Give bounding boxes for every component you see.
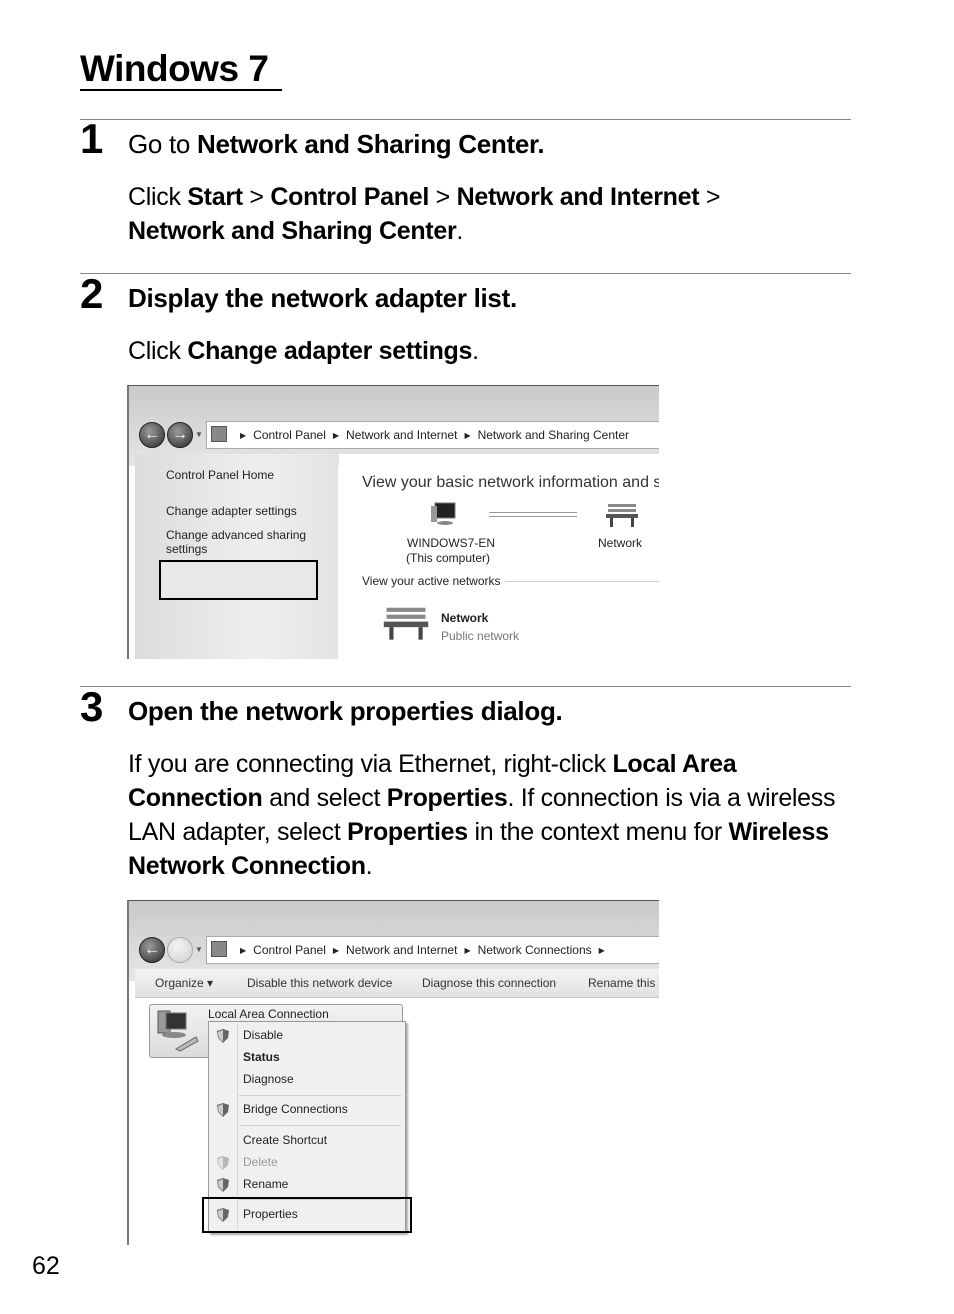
breadcrumb-item[interactable]: Network and Sharing Center (478, 428, 629, 442)
main-heading: View your basic network information and … (362, 474, 659, 491)
step-body: If you are connecting via Ethernet, righ… (128, 747, 848, 883)
active-networks-label: View your active networks (362, 574, 501, 588)
text: > (242, 183, 271, 211)
screenshot-network-connections: ← → ▼ ▶ Control Panel ▶ Network and Interne… (127, 900, 659, 1245)
step-heading: Go to Network and Sharing Center. (128, 128, 545, 160)
address-bar[interactable]: ▶ Control Panel ▶ Network and Internet ▶ Netw… (206, 936, 659, 964)
uac-shield-icon (217, 1029, 229, 1043)
active-network-type[interactable]: Public network (441, 629, 519, 643)
control-panel-icon (211, 426, 227, 442)
step-number: 3 (80, 683, 104, 730)
step-number: 2 (80, 270, 104, 317)
divider (80, 119, 851, 120)
uac-shield-icon (217, 1103, 229, 1117)
network-connections-icon (211, 941, 227, 957)
network-label: Network (598, 536, 643, 550)
highlight-box (159, 560, 318, 600)
chevron-right-icon: ▶ (464, 431, 471, 440)
recent-pages-dropdown-icon[interactable]: ▼ (195, 430, 203, 439)
uac-shield-icon (217, 1156, 229, 1170)
breadcrumb-item[interactable]: Network Connections (478, 943, 592, 957)
chevron-right-icon: ▶ (332, 431, 340, 440)
step-body: Click Start > Control Panel > Network an… (128, 180, 848, 248)
connection-name: Local Area Connection (208, 1007, 329, 1021)
recent-pages-dropdown-icon[interactable]: ▼ (195, 945, 203, 954)
chevron-right-icon[interactable]: ▶ (599, 946, 605, 955)
menu-item-bridge-connections[interactable]: Bridge Connections (243, 1102, 348, 1116)
text: . (456, 217, 464, 245)
breadcrumb-item[interactable]: Control Panel (253, 428, 326, 442)
text: . (472, 337, 479, 365)
bold-text: Properties (386, 784, 508, 812)
divider (505, 581, 659, 582)
breadcrumb-item[interactable]: Control Panel (253, 943, 326, 957)
step-heading-prefix: Go to (128, 129, 198, 159)
text: in the context menu for (467, 818, 729, 846)
page-number: 62 (32, 1252, 60, 1280)
command-toolbar: Organize ▾ Disable this network device D… (135, 969, 659, 998)
chevron-right-icon: ▶ (332, 946, 340, 955)
back-button[interactable]: ← (139, 937, 165, 963)
change-advanced-sharing-link[interactable]: Change advanced sharing settings (166, 528, 316, 556)
organize-button[interactable]: Organize ▾ (155, 969, 213, 997)
bold-text: Change adapter settings (187, 337, 473, 365)
active-network-name[interactable]: Network (441, 611, 488, 625)
step-heading-bold: Network and Sharing Center. (197, 129, 545, 159)
step-number: 1 (80, 115, 104, 162)
computer-name: WINDOWS7-EN (407, 536, 495, 550)
uac-shield-icon (217, 1178, 229, 1192)
step-body: Click Change adapter settings. (128, 334, 848, 368)
forward-button[interactable]: → (167, 422, 193, 448)
bold-text: Start (187, 183, 243, 211)
back-button[interactable]: ← (139, 422, 165, 448)
divider (80, 686, 851, 687)
text: Click (128, 337, 188, 365)
connection-line (489, 512, 577, 517)
title-underline (80, 89, 282, 91)
control-panel-home-link[interactable]: Control Panel Home (166, 468, 274, 482)
menu-item-status[interactable]: Status (243, 1050, 280, 1064)
network-bench-icon (383, 607, 429, 640)
bold-text: Network and Internet (456, 183, 700, 211)
text: Click (128, 183, 188, 211)
chevron-right-icon: ▶ (464, 946, 471, 955)
menu-separator (239, 1125, 401, 1126)
text: . (365, 852, 373, 880)
network-adapter-icon (157, 1010, 199, 1052)
breadcrumb-item[interactable]: Network and Internet (346, 428, 457, 442)
left-nav-pane: Control Panel Home Change adapter settin… (135, 454, 338, 659)
computer-sub: (This computer) (406, 551, 491, 565)
bold-text: Properties (347, 818, 468, 846)
step-heading: Display the network adapter list. (128, 283, 517, 313)
text: If you are connecting via Ethernet, righ… (128, 750, 613, 778)
chevron-right-icon: ▶ (240, 946, 247, 955)
chevron-right-icon: ▶ (240, 431, 247, 440)
breadcrumb-item[interactable]: Network and Internet (346, 943, 457, 957)
menu-separator (239, 1095, 401, 1096)
address-bar[interactable]: ▶ Control Panel ▶ Network and Internet ▶ Netw… (206, 421, 659, 449)
bold-text: Network and Sharing Center (128, 217, 457, 245)
step-heading: Open the network properties dialog. (128, 696, 563, 726)
diagnose-connection-button[interactable]: Diagnose this connection (422, 969, 556, 997)
menu-item-rename[interactable]: Rename (243, 1177, 288, 1191)
forward-button[interactable]: → (167, 937, 193, 963)
main-pane: View your basic network information and … (339, 454, 659, 659)
menu-item-diagnose[interactable]: Diagnose (243, 1072, 294, 1086)
menu-item-disable[interactable]: Disable (243, 1028, 283, 1042)
disable-device-button[interactable]: Disable this network device (247, 969, 392, 997)
text: and select (262, 784, 387, 812)
page-title: Windows 7 (80, 48, 269, 89)
rename-connection-button[interactable]: Rename this c (588, 969, 659, 997)
network-bench-icon (606, 504, 638, 527)
menu-item-create-shortcut[interactable]: Create Shortcut (243, 1133, 327, 1147)
divider (80, 273, 851, 274)
screenshot-network-sharing-center: ← → ▼ ▶ Control Panel ▶ Network and Interne… (127, 385, 659, 659)
bold-text: Control Panel (270, 183, 429, 211)
text: > (699, 183, 721, 211)
change-adapter-settings-link[interactable]: Change adapter settings (166, 504, 297, 518)
highlight-box (202, 1197, 412, 1233)
text: > (429, 183, 457, 211)
computer-icon (431, 502, 456, 525)
menu-item-delete: Delete (243, 1155, 278, 1169)
